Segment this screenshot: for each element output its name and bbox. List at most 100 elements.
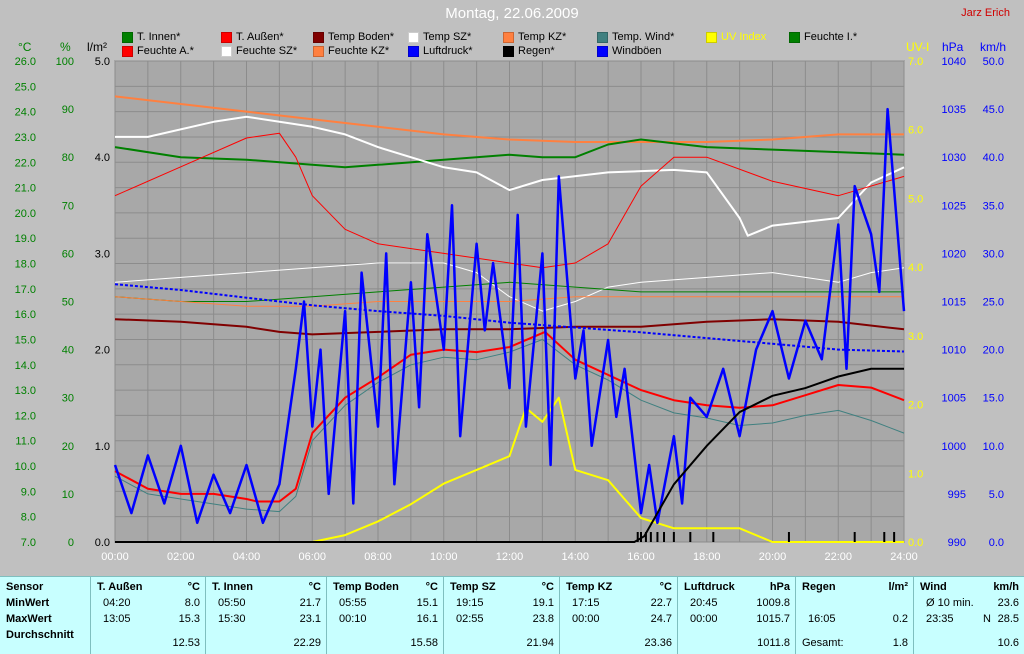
stat-min-value: 8.0 [184, 597, 200, 609]
hum-tick-label: 50 [62, 297, 74, 309]
wind-tick-label: 35.0 [983, 200, 1004, 212]
press-tick-label: 1025 [942, 200, 966, 212]
legend-label: Feuchte SZ* [236, 45, 298, 57]
temp-tick-label: 23.0 [15, 132, 36, 144]
legend-label: Temp KZ* [518, 31, 567, 43]
temp-tick-label: 8.0 [21, 512, 36, 524]
hum-tick-label: 90 [62, 104, 74, 116]
temp-axis-unit: °C [18, 40, 32, 54]
x-tick-label: 12:00 [496, 551, 524, 563]
wind-tick-label: 20.0 [983, 345, 1004, 357]
wind-tick-label: 5.0 [989, 489, 1004, 501]
hum-tick-label: 20 [62, 441, 74, 453]
chart-canvas: 26.0 25.0 24.0 23.0 22.0 21.0 20.0 19.0 18.0 17.0… [15, 56, 1004, 563]
stat-avg-value: 1011.8 [757, 637, 790, 649]
rain-event-bar [893, 532, 896, 542]
x-tick-label: 08:00 [364, 551, 392, 563]
legend-swatch [221, 31, 232, 43]
press-axis-unit: hPa [942, 40, 964, 54]
stat-max-value: 1015.7 [756, 613, 790, 625]
stat-name: T. Innen [212, 581, 253, 593]
stat-max-value: 0.2 [892, 613, 908, 625]
stat-min-value: 22.7 [650, 597, 672, 609]
stat-avg-value: 12.53 [172, 637, 200, 649]
temp-tick-label: 25.0 [15, 81, 36, 93]
stat-min-time: 19:15 [456, 597, 484, 609]
stat-unit: °C [308, 581, 321, 593]
stat-avg-value: 15.58 [410, 637, 438, 649]
stats-column: Temp SZ °C 19:15 19.1 02:55 23.8 21.94 [443, 577, 560, 654]
hum-tick-label: 80 [62, 152, 74, 164]
temp-tick-label: 21.0 [15, 183, 36, 195]
stat-name: Wind [920, 581, 947, 593]
stat-avg-value: 23.36 [644, 637, 672, 649]
rain-event-bar [640, 532, 642, 542]
legend-item: UV Index [706, 31, 766, 43]
legend-item: Feuchte A.* [122, 45, 194, 57]
legend-label: Temp Boden* [328, 31, 395, 43]
legend-swatch [221, 45, 232, 57]
stat-name: Temp KZ [566, 581, 613, 593]
legend-label: Feuchte A.* [137, 45, 194, 57]
temp-tick-label: 18.0 [15, 259, 36, 271]
wind-tick-label: 40.0 [983, 152, 1004, 164]
legend-swatch [597, 31, 608, 43]
legend-item: Windböen [597, 45, 662, 57]
legend-swatch [313, 45, 324, 57]
stat-max-value: 28.5 [997, 613, 1019, 625]
stats-column: Wind km/h Ø 10 min. 23.6 23:35 N 28.5 10.6 [913, 577, 1024, 654]
stat-max-time: 15:30 [218, 613, 246, 625]
press-tick-label: 1015 [942, 297, 966, 309]
press-tick-label: 1020 [942, 248, 966, 260]
press-tick-label: 990 [948, 537, 966, 549]
uv-axis-unit: UV-I [906, 40, 930, 54]
legend-item: Temp SZ* [408, 31, 471, 43]
temp-tick-label: 26.0 [15, 56, 36, 68]
rain-event-bar [656, 532, 659, 542]
stat-unit: l/m² [888, 581, 908, 593]
stat-min-value: 15.1 [416, 597, 438, 609]
stats-column: Regen l/m² 16:05 0.2 Gesamt: 1.8 [795, 577, 914, 654]
temp-tick-label: 10.0 [15, 461, 36, 473]
stats-table: Sensor MinWert MaxWert Durchschnitt T. A… [0, 576, 1024, 654]
legend-label: Regen* [518, 45, 555, 57]
legend-swatch [503, 31, 514, 43]
stat-name: Temp SZ [450, 581, 496, 593]
stats-column: T. Innen °C 05:50 21.7 15:30 23.1 22.29 [205, 577, 327, 654]
legend-swatch [408, 31, 419, 43]
temp-tick-label: 24.0 [15, 107, 36, 119]
legend-label: UV Index [721, 31, 767, 43]
temp-tick-label: 11.0 [15, 436, 36, 448]
uv-tick-label: 1.0 [908, 468, 923, 480]
press-tick-label: 1030 [942, 152, 966, 164]
wind-tick-label: 15.0 [983, 393, 1004, 405]
hum-tick-label: 10 [62, 489, 74, 501]
rain-tick-label: 0.0 [95, 537, 110, 549]
uv-tick-label: 5.0 [908, 193, 923, 205]
row-label-max: MaxWert [6, 613, 52, 625]
stats-column: Luftdruck hPa 20:45 1009.8 00:00 1015.7 1011.8 [677, 577, 796, 654]
rain-event-bar [644, 532, 647, 542]
press-tick-label: 1005 [942, 393, 966, 405]
legend-swatch [122, 45, 133, 57]
legend-label: T. Innen* [137, 31, 181, 43]
press-tick-label: 1000 [942, 441, 966, 453]
stat-unit: km/h [993, 581, 1019, 593]
stat-max-value: 16.1 [416, 613, 438, 625]
stat-min-value: 23.6 [997, 597, 1019, 609]
rain-tick-label: 4.0 [95, 152, 110, 164]
stats-column: Temp Boden °C 05:55 15.1 00:10 16.1 15.58 [326, 577, 444, 654]
legend-item: Temp Boden* [313, 31, 394, 43]
temp-tick-label: 22.0 [15, 157, 36, 169]
stat-min-value: 19.1 [532, 597, 554, 609]
stat-max-value: 23.1 [299, 613, 321, 625]
rain-event-bar [663, 532, 666, 542]
stat-max-time: 00:10 [339, 613, 367, 625]
legend-swatch [122, 31, 133, 43]
legend-label: Temp. Wind* [612, 31, 675, 43]
hum-tick-label: 40 [62, 345, 74, 357]
rain-event-bar [883, 532, 886, 542]
x-tick-label: 24:00 [890, 551, 918, 563]
legend-item: T. Außen* [221, 31, 284, 43]
wind-tick-label: 30.0 [983, 248, 1004, 260]
